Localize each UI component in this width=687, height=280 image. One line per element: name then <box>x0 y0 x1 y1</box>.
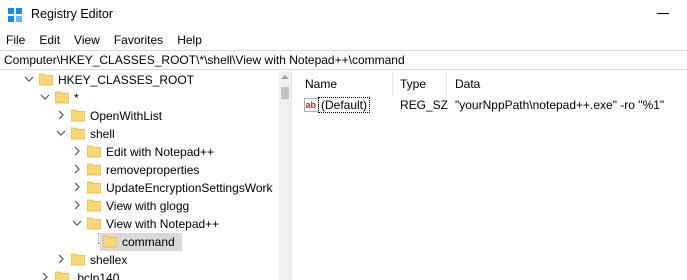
menu-help[interactable]: Help <box>170 30 209 50</box>
tree-item-label: OpenWithList <box>90 109 163 123</box>
menu-edit[interactable]: Edit <box>32 30 67 50</box>
tree-item-view-with-glogg[interactable]: View with glogg <box>0 197 291 215</box>
address-path[interactable]: Computer\HKEY_CLASSES_ROOT\*\shell\View … <box>4 53 405 67</box>
chevron-down-icon[interactable] <box>56 127 66 139</box>
tree-item-shellex[interactable]: shellex <box>0 251 291 269</box>
chevron-down-icon[interactable] <box>72 217 82 229</box>
column-separator[interactable] <box>446 73 447 95</box>
string-value-icon: ab <box>304 98 319 112</box>
chevron-down-icon[interactable] <box>24 73 34 85</box>
menu-file[interactable]: File <box>0 30 32 50</box>
folder-icon <box>87 163 101 176</box>
values-list: Name Type Data ab (Default) REG_SZ "your… <box>296 71 687 280</box>
value-type: REG_SZ <box>400 98 449 112</box>
tree-item-openwithlist[interactable]: OpenWithList <box>0 107 291 125</box>
tree-item-hkey-classes-root[interactable]: HKEY_CLASSES_ROOT <box>0 71 291 89</box>
scroll-thumb[interactable] <box>281 87 289 99</box>
folder-icon <box>87 181 101 194</box>
tree-item-label: removeproperties <box>106 163 200 177</box>
chevron-right-icon[interactable] <box>72 145 82 157</box>
folder-icon <box>71 253 85 266</box>
registry-tree: HKEY_CLASSES_ROOT * OpenWithList shell E… <box>0 71 291 280</box>
folder-icon <box>87 199 101 212</box>
column-header-type[interactable]: Type <box>400 77 426 91</box>
chevron-right-icon[interactable] <box>56 253 66 265</box>
tree-item-updateencryptionsettingswork[interactable]: UpdateEncryptionSettingsWork <box>0 179 291 197</box>
chevron-right-icon[interactable] <box>72 181 82 193</box>
folder-icon <box>103 235 117 248</box>
tree-item-label: * <box>74 91 79 105</box>
chevron-down-icon[interactable] <box>40 91 50 103</box>
tree-item-command[interactable]: command <box>0 233 291 251</box>
chevron-right-icon[interactable] <box>72 163 82 175</box>
folder-open-icon <box>39 73 53 86</box>
tree-scrollbar[interactable] <box>279 71 291 280</box>
tree-item-label: shellex <box>90 253 128 267</box>
folder-open-icon <box>71 127 85 140</box>
value-name[interactable]: (Default) <box>318 97 371 113</box>
menu-bar: File Edit View Favorites Help <box>0 30 687 50</box>
tree-item-bclp140[interactable]: .bclp140 <box>0 269 291 280</box>
column-separator[interactable] <box>392 73 393 95</box>
minimize-button[interactable] <box>657 13 669 14</box>
folder-icon <box>71 109 85 122</box>
value-data: "yourNppPath\notepad++.exe" -ro "%1" <box>455 98 665 112</box>
tree-item-label: Edit with Notepad++ <box>106 145 215 159</box>
address-bar[interactable]: Computer\HKEY_CLASSES_ROOT\*\shell\View … <box>0 50 687 70</box>
tree-item-label: HKEY_CLASSES_ROOT <box>58 73 195 87</box>
folder-icon <box>87 145 101 158</box>
window-title: Registry Editor <box>31 7 113 21</box>
tree-item-view-with-notepad[interactable]: View with Notepad++ <box>0 215 291 233</box>
svg-text:ab: ab <box>306 100 317 110</box>
tree-item-shell[interactable]: shell <box>0 125 291 143</box>
tree-item-label: shell <box>90 127 115 141</box>
tree-item-removeproperties[interactable]: removeproperties <box>0 161 291 179</box>
tree-item-edit-with-notepad[interactable]: Edit with Notepad++ <box>0 143 291 161</box>
tree-item-asterisk[interactable]: * <box>0 89 291 107</box>
tree-item-label: .bclp140 <box>74 271 120 280</box>
column-header-name[interactable]: Name <box>305 77 337 91</box>
menu-favorites[interactable]: Favorites <box>107 30 170 50</box>
title-bar: Registry Editor <box>0 0 687 30</box>
tree-item-label: View with Notepad++ <box>106 217 220 231</box>
chevron-right-icon[interactable] <box>56 109 66 121</box>
chevron-right-icon[interactable] <box>72 199 82 211</box>
folder-open-icon <box>87 217 101 230</box>
tree-item-label: command <box>122 235 175 249</box>
column-header-data[interactable]: Data <box>455 77 480 91</box>
tree-item-label: View with glogg <box>106 199 190 213</box>
folder-open-icon <box>55 91 69 104</box>
menu-view[interactable]: View <box>67 30 107 50</box>
tree-item-label: UpdateEncryptionSettingsWork <box>106 181 273 195</box>
folder-icon <box>55 271 69 280</box>
chevron-right-icon[interactable] <box>40 271 50 280</box>
registry-editor-app-icon <box>8 8 22 22</box>
scroll-up-arrow-icon[interactable] <box>281 75 289 79</box>
